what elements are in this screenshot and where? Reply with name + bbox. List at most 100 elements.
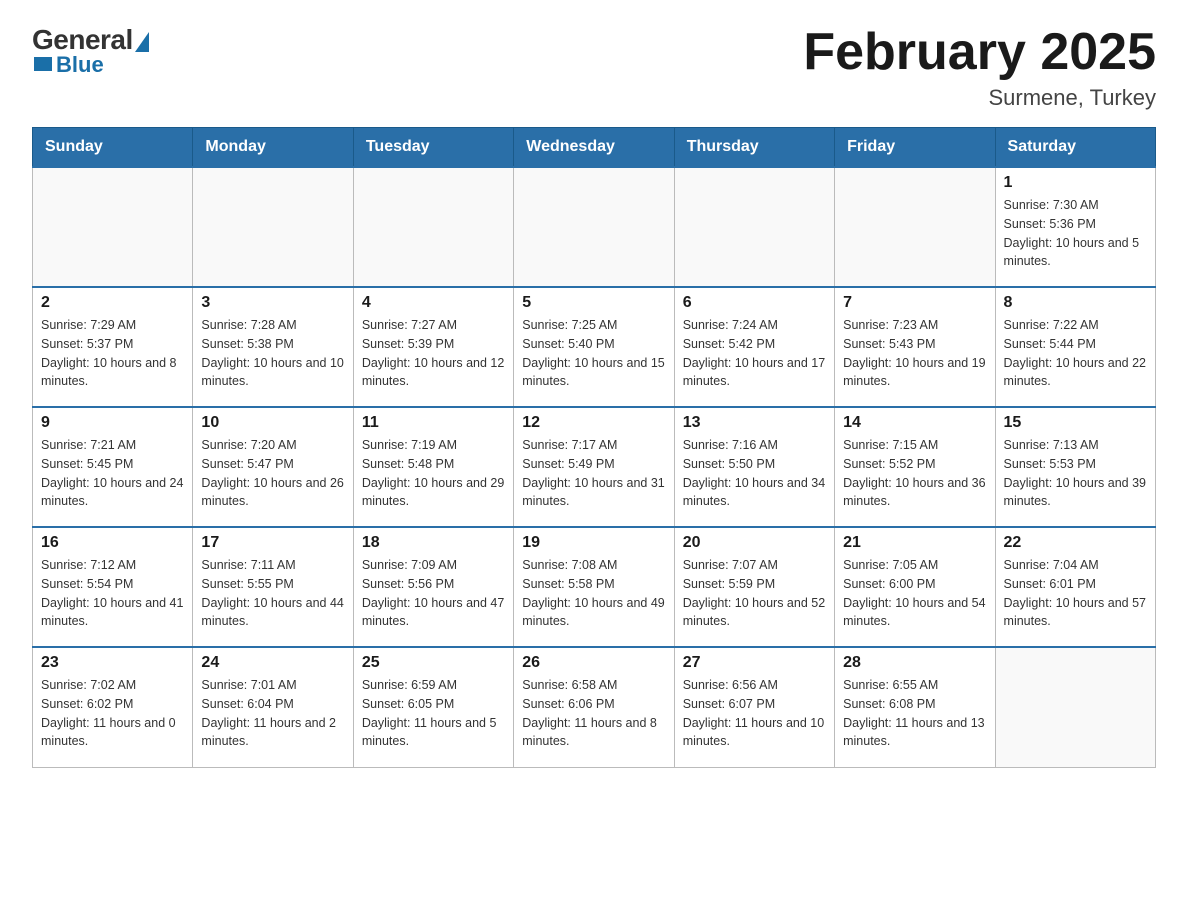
day-info: Sunrise: 7:20 AMSunset: 5:47 PMDaylight:… [201, 436, 344, 511]
calendar-cell: 24 Sunrise: 7:01 AMSunset: 6:04 PMDayligh… [193, 647, 353, 767]
calendar-cell: 9Sunrise: 7:21 AMSunset: 5:45 PMDaylight… [33, 407, 193, 527]
day-info: Sunrise: 7:29 AMSunset: 5:37 PMDaylight:… [41, 316, 184, 391]
calendar-cell: 7 Sunrise: 7:23 AMSunset: 5:43 PMDaylight… [835, 287, 995, 407]
day-info: Sunrise: 6:58 AMSunset: 6:06 PMDaylight:… [522, 676, 665, 751]
day-number: 5 [522, 294, 665, 312]
day-info: Sunrise: 7:22 AMSunset: 5:44 PMDaylight:… [1004, 316, 1147, 391]
day-number: 18 [362, 534, 505, 552]
day-number: 11 [362, 414, 505, 432]
day-number: 15 [1004, 414, 1147, 432]
calendar-cell: 11 Sunrise: 7:19 AMSunset: 5:48 PMDayligh… [353, 407, 513, 527]
header-wednesday: Wednesday [514, 128, 674, 168]
day-number: 27 [683, 654, 826, 672]
header-sunday: Sunday [33, 128, 193, 168]
calendar-cell: 21 Sunrise: 7:05 AMSunset: 6:00 PMDayligh… [835, 527, 995, 647]
day-info: Sunrise: 6:56 AMSunset: 6:07 PMDaylight:… [683, 676, 826, 751]
day-number: 21 [843, 534, 986, 552]
day-number: 6 [683, 294, 826, 312]
day-number: 2 [41, 294, 184, 312]
calendar-cell: 19 Sunrise: 7:08 AMSunset: 5:58 PMDayligh… [514, 527, 674, 647]
day-info: Sunrise: 7:11 AMSunset: 5:55 PMDaylight:… [201, 556, 344, 631]
calendar-cell: 8 Sunrise: 7:22 AMSunset: 5:44 PMDaylight… [995, 287, 1155, 407]
logo-blue: Blue [56, 52, 104, 78]
day-info: Sunrise: 7:23 AMSunset: 5:43 PMDaylight:… [843, 316, 986, 391]
location: Surmene, Turkey [803, 85, 1156, 111]
calendar-cell: 15 Sunrise: 7:13 AMSunset: 5:53 PMDayligh… [995, 407, 1155, 527]
day-number: 26 [522, 654, 665, 672]
calendar-cell: 18Sunrise: 7:09 AMSunset: 5:56 PMDayligh… [353, 527, 513, 647]
calendar-cell: 10Sunrise: 7:20 AMSunset: 5:47 PMDayligh… [193, 407, 353, 527]
day-info: Sunrise: 7:04 AMSunset: 6:01 PMDaylight:… [1004, 556, 1147, 631]
day-info: Sunrise: 7:17 AMSunset: 5:49 PMDaylight:… [522, 436, 665, 511]
day-info: Sunrise: 7:24 AMSunset: 5:42 PMDaylight:… [683, 316, 826, 391]
day-info: Sunrise: 7:07 AMSunset: 5:59 PMDaylight:… [683, 556, 826, 631]
title-area: February 2025 Surmene, Turkey [803, 24, 1156, 111]
month-title: February 2025 [803, 24, 1156, 81]
day-info: Sunrise: 6:55 AMSunset: 6:08 PMDaylight:… [843, 676, 986, 751]
day-number: 13 [683, 414, 826, 432]
calendar-week-5: 23 Sunrise: 7:02 AMSunset: 6:02 PMDayligh… [33, 647, 1156, 767]
calendar-cell: 13 Sunrise: 7:16 AMSunset: 5:50 PMDayligh… [674, 407, 834, 527]
day-number: 1 [1004, 174, 1147, 192]
day-number: 4 [362, 294, 505, 312]
logo-triangle-icon [135, 32, 149, 52]
calendar-cell: 22Sunrise: 7:04 AMSunset: 6:01 PMDayligh… [995, 527, 1155, 647]
day-info: Sunrise: 7:16 AMSunset: 5:50 PMDaylight:… [683, 436, 826, 511]
day-number: 14 [843, 414, 986, 432]
calendar-cell: 26 Sunrise: 6:58 AMSunset: 6:06 PMDayligh… [514, 647, 674, 767]
day-info: Sunrise: 7:08 AMSunset: 5:58 PMDaylight:… [522, 556, 665, 631]
day-number: 20 [683, 534, 826, 552]
calendar-cell: 20 Sunrise: 7:07 AMSunset: 5:59 PMDayligh… [674, 527, 834, 647]
calendar-cell: 3 Sunrise: 7:28 AMSunset: 5:38 PMDaylight… [193, 287, 353, 407]
day-number: 9 [41, 414, 184, 432]
day-number: 3 [201, 294, 344, 312]
calendar-cell: 17 Sunrise: 7:11 AMSunset: 5:55 PMDayligh… [193, 527, 353, 647]
calendar-cell [835, 167, 995, 287]
calendar-cell [995, 647, 1155, 767]
calendar-cell: 28 Sunrise: 6:55 AMSunset: 6:08 PMDayligh… [835, 647, 995, 767]
header-saturday: Saturday [995, 128, 1155, 168]
calendar-week-3: 9Sunrise: 7:21 AMSunset: 5:45 PMDaylight… [33, 407, 1156, 527]
calendar-cell: 27 Sunrise: 6:56 AMSunset: 6:07 PMDayligh… [674, 647, 834, 767]
day-number: 24 [201, 654, 344, 672]
day-number: 8 [1004, 294, 1147, 312]
calendar-cell: 16 Sunrise: 7:12 AMSunset: 5:54 PMDayligh… [33, 527, 193, 647]
day-info: Sunrise: 7:15 AMSunset: 5:52 PMDaylight:… [843, 436, 986, 511]
day-info: Sunrise: 7:27 AMSunset: 5:39 PMDaylight:… [362, 316, 505, 391]
calendar-cell [193, 167, 353, 287]
day-info: Sunrise: 7:05 AMSunset: 6:00 PMDaylight:… [843, 556, 986, 631]
calendar-cell [353, 167, 513, 287]
calendar-cell: 12 Sunrise: 7:17 AMSunset: 5:49 PMDayligh… [514, 407, 674, 527]
day-info: Sunrise: 7:02 AMSunset: 6:02 PMDaylight:… [41, 676, 184, 751]
header-tuesday: Tuesday [353, 128, 513, 168]
calendar-week-4: 16 Sunrise: 7:12 AMSunset: 5:54 PMDayligh… [33, 527, 1156, 647]
calendar-cell: 6 Sunrise: 7:24 AMSunset: 5:42 PMDaylight… [674, 287, 834, 407]
calendar-cell: 4 Sunrise: 7:27 AMSunset: 5:39 PMDaylight… [353, 287, 513, 407]
calendar-table: Sunday Monday Tuesday Wednesday Thursday… [32, 127, 1156, 768]
day-number: 16 [41, 534, 184, 552]
header-friday: Friday [835, 128, 995, 168]
day-number: 17 [201, 534, 344, 552]
day-number: 28 [843, 654, 986, 672]
calendar-cell: 25Sunrise: 6:59 AMSunset: 6:05 PMDayligh… [353, 647, 513, 767]
header-thursday: Thursday [674, 128, 834, 168]
day-info: Sunrise: 7:30 AMSunset: 5:36 PMDaylight:… [1004, 196, 1147, 271]
day-info: Sunrise: 7:13 AMSunset: 5:53 PMDaylight:… [1004, 436, 1147, 511]
day-number: 19 [522, 534, 665, 552]
day-info: Sunrise: 7:01 AMSunset: 6:04 PMDaylight:… [201, 676, 344, 751]
day-number: 23 [41, 654, 184, 672]
calendar-cell: 14 Sunrise: 7:15 AMSunset: 5:52 PMDayligh… [835, 407, 995, 527]
day-info: Sunrise: 7:12 AMSunset: 5:54 PMDaylight:… [41, 556, 184, 631]
calendar-week-2: 2 Sunrise: 7:29 AMSunset: 5:37 PMDaylight… [33, 287, 1156, 407]
day-number: 12 [522, 414, 665, 432]
day-info: Sunrise: 6:59 AMSunset: 6:05 PMDaylight:… [362, 676, 505, 751]
day-info: Sunrise: 7:25 AMSunset: 5:40 PMDaylight:… [522, 316, 665, 391]
day-info: Sunrise: 7:28 AMSunset: 5:38 PMDaylight:… [201, 316, 344, 391]
calendar-cell: 1 Sunrise: 7:30 AMSunset: 5:36 PMDaylight… [995, 167, 1155, 287]
day-number: 7 [843, 294, 986, 312]
header-monday: Monday [193, 128, 353, 168]
day-info: Sunrise: 7:19 AMSunset: 5:48 PMDaylight:… [362, 436, 505, 511]
page-header: General Blue February 2025 Surmene, Turk… [32, 24, 1156, 111]
calendar-cell [33, 167, 193, 287]
calendar-header-row: Sunday Monday Tuesday Wednesday Thursday… [33, 128, 1156, 168]
